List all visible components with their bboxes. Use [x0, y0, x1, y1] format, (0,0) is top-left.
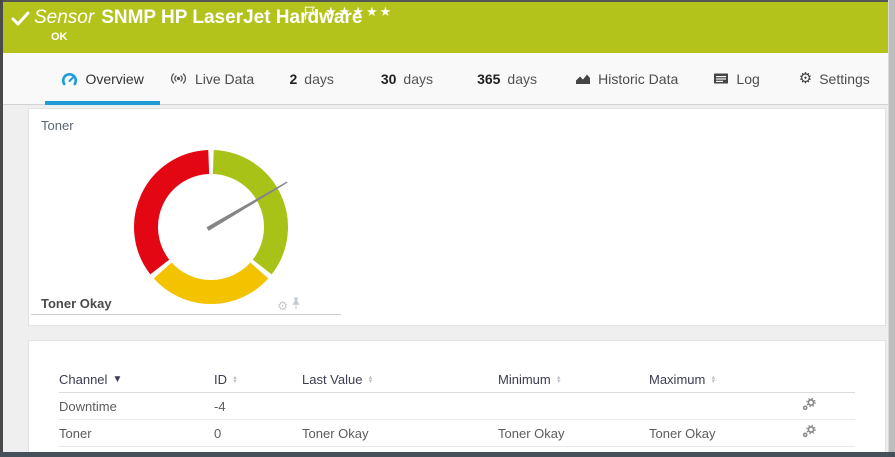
cell-maximum: Toner Okay: [649, 426, 801, 441]
tab-30-days[interactable]: 30 days: [361, 53, 454, 104]
gauge-settings-gear-icon[interactable]: ⚙: [277, 300, 288, 312]
gauge-panel: Toner Toner Okay ⚙: [28, 108, 886, 326]
log-list-icon: [713, 72, 729, 85]
column-header-minimum[interactable]: Minimum ▲▼: [498, 372, 649, 387]
priority-stars[interactable]: ★★★★★: [325, 4, 393, 20]
sensor-header: Sensor SNMP HP LaserJet Hardware ★★★★★ OK: [3, 2, 888, 53]
tab-label: days: [304, 71, 334, 87]
gauge-footer: Toner Okay ⚙: [31, 295, 341, 315]
tab-day-count: 365: [477, 71, 500, 87]
column-label: ID: [214, 372, 227, 387]
cell-id: -4: [214, 399, 302, 414]
tab-label: Historic Data: [598, 71, 678, 87]
channel-table: Channel ▼ ID ▲▼ Last Value ▲▼ Minimum ▲▼…: [29, 341, 885, 447]
table-header-row: Channel ▼ ID ▲▼ Last Value ▲▼ Minimum ▲▼…: [59, 367, 855, 393]
sort-icon: ▲▼: [367, 376, 373, 384]
sort-icon: ▲▼: [710, 376, 716, 384]
sensor-name: SNMP HP LaserJet Hardware: [101, 7, 362, 28]
cell-id: 0: [214, 426, 302, 441]
table-row[interactable]: Downtime -4: [59, 393, 855, 420]
column-label: Last Value: [302, 372, 362, 387]
gear-icon: ⚙: [799, 71, 812, 86]
gauge-segment-error: [146, 162, 209, 267]
window-edge-right[interactable]: [888, 0, 895, 457]
gauge-status-label: Toner Okay: [41, 296, 112, 311]
tab-live-data[interactable]: Live Data: [160, 53, 263, 104]
column-label: Maximum: [649, 372, 705, 387]
table-row[interactable]: Toner 0 Toner Okay Toner Okay Toner Okay: [59, 420, 855, 447]
column-header-maximum[interactable]: Maximum ▲▼: [649, 372, 801, 387]
tab-log[interactable]: Log: [693, 53, 781, 104]
window-edge-left: [0, 0, 3, 457]
tab-label: Overview: [85, 71, 143, 87]
tab-label: Settings: [819, 71, 870, 87]
sort-icon: ▲▼: [232, 376, 238, 384]
tab-historic-data[interactable]: Historic Data: [561, 53, 693, 104]
tab-label: days: [507, 71, 537, 87]
tab-bar: Overview Live Data 2 days 30 days 365 da…: [3, 53, 888, 105]
prtg-sensor-page: Sensor SNMP HP LaserJet Hardware ★★★★★ OK…: [0, 0, 895, 457]
window-edge-bottom: [0, 452, 895, 457]
tab-overview[interactable]: Overview: [45, 53, 160, 104]
area-chart-icon: [575, 72, 591, 85]
flag-icon[interactable]: [304, 6, 316, 25]
object-type-label: Sensor: [34, 7, 94, 28]
gauge-segment-warning: [163, 271, 260, 293]
gauge-segment-ok: [213, 162, 276, 267]
column-header-last-value[interactable]: Last Value ▲▼: [302, 372, 498, 387]
channel-settings-icon[interactable]: [801, 424, 817, 443]
gauge-icon: [61, 72, 78, 86]
column-label: Channel: [59, 372, 107, 387]
live-signal-icon: [169, 72, 188, 85]
cell-channel[interactable]: Downtime: [59, 399, 214, 414]
column-header-id[interactable]: ID ▲▼: [214, 372, 302, 387]
cell-channel[interactable]: Toner: [59, 426, 214, 441]
window-edge-top: [0, 0, 895, 2]
pin-icon[interactable]: [291, 297, 301, 315]
channel-table-panel: Channel ▼ ID ▲▼ Last Value ▲▼ Minimum ▲▼…: [28, 340, 886, 457]
tab-label: days: [403, 71, 433, 87]
channel-settings-icon[interactable]: [801, 397, 817, 416]
column-label: Minimum: [498, 372, 551, 387]
sort-icon: ▲▼: [556, 376, 562, 384]
tab-settings[interactable]: ⚙ Settings: [781, 53, 888, 104]
tab-day-count: 2: [289, 71, 297, 87]
cell-last-value: Toner Okay: [302, 426, 498, 441]
tab-365-days[interactable]: 365 days: [453, 53, 560, 104]
toner-gauge: [29, 109, 409, 319]
tab-day-count: 30: [381, 71, 397, 87]
sort-desc-icon: ▼: [112, 374, 122, 385]
tab-label: Live Data: [195, 71, 254, 87]
tab-2-days[interactable]: 2 days: [263, 53, 361, 104]
status-badge: OK: [51, 31, 68, 43]
column-header-channel[interactable]: Channel ▼: [59, 372, 214, 387]
tab-label: Log: [736, 71, 759, 87]
cell-minimum: Toner Okay: [498, 426, 649, 441]
ok-check-icon: [11, 11, 30, 32]
